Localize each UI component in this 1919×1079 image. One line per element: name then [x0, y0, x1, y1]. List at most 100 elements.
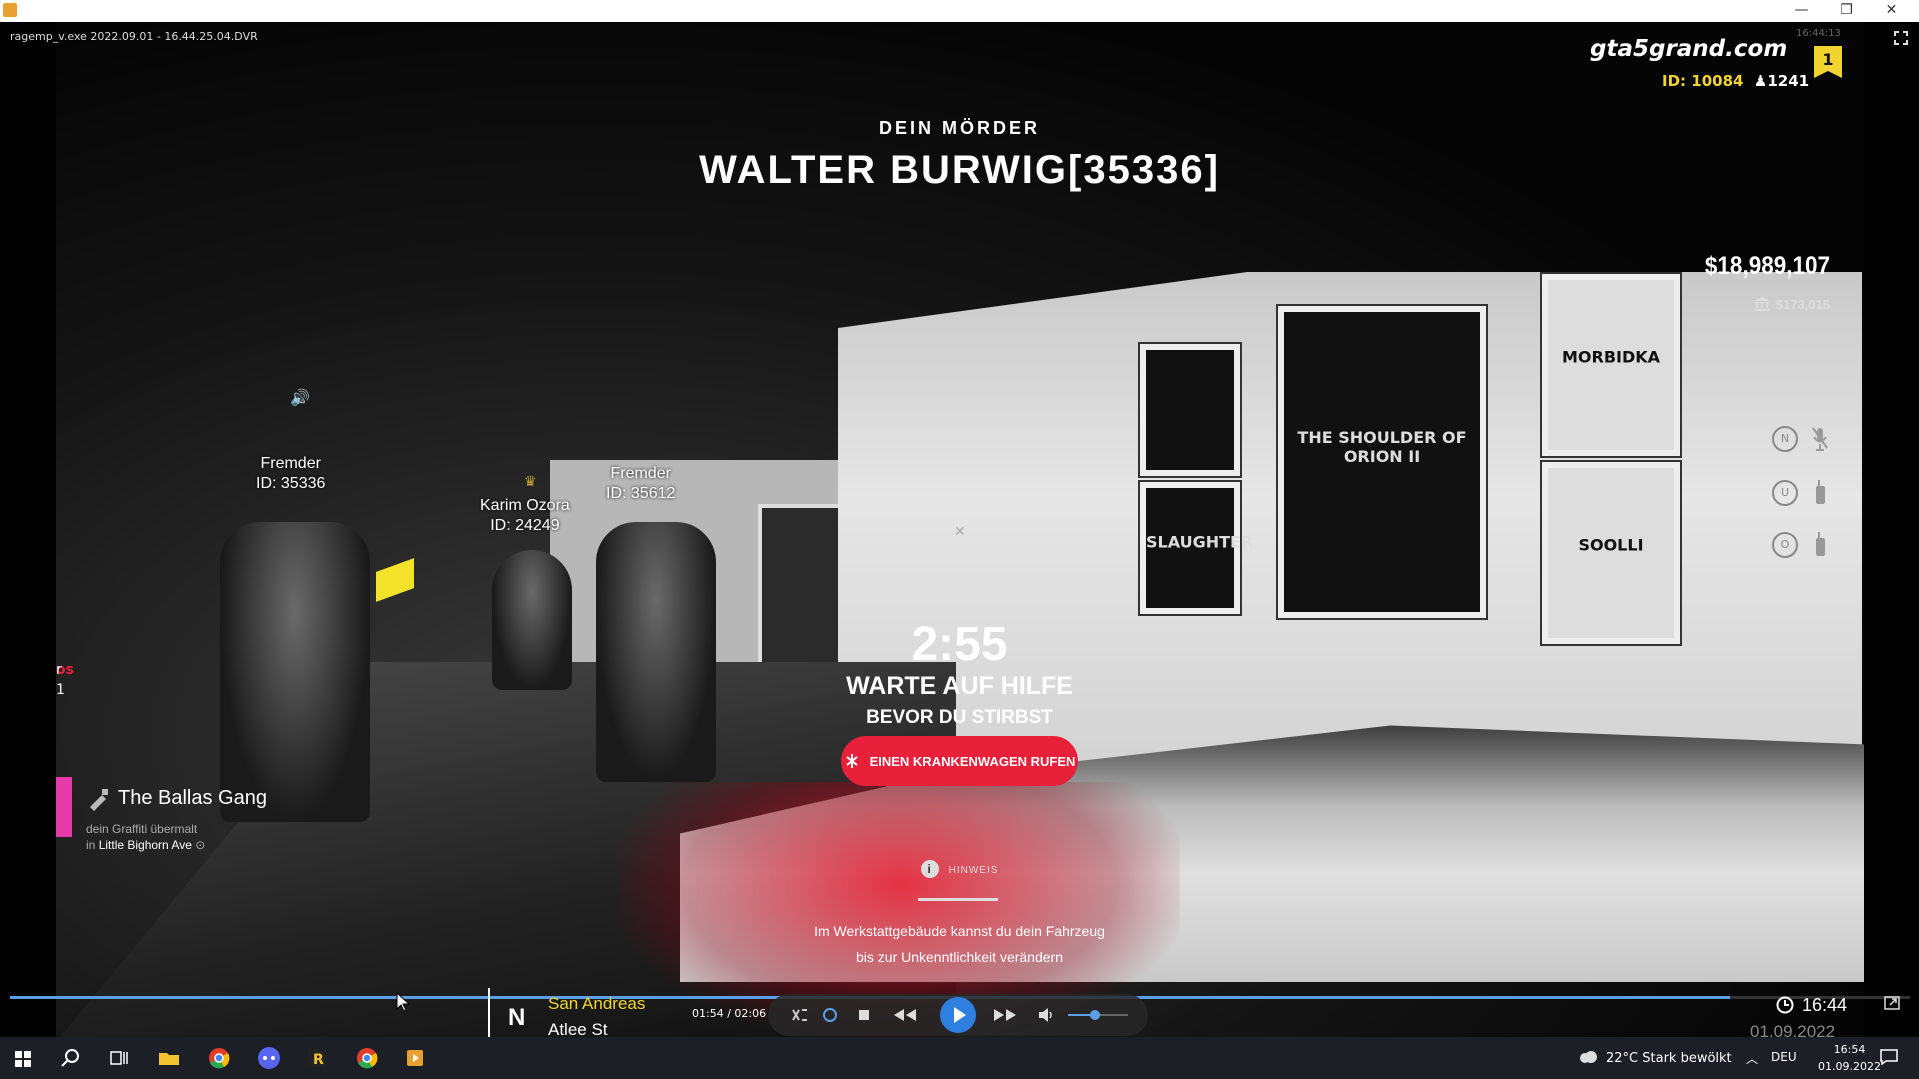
compass-line — [488, 988, 490, 1037]
fast-forward-icon[interactable] — [992, 1005, 1018, 1025]
ambulance-button-label: EINEN KRANKENWAGEN RUFEN — [869, 753, 1076, 769]
gang-color-bar — [56, 777, 72, 837]
poster-small-top — [1140, 344, 1240, 476]
player-controls — [768, 994, 1148, 1036]
taskbar-clock[interactable]: 16:54 01.09.2022 — [1818, 1041, 1881, 1075]
mic-muted-icon — [1812, 427, 1828, 451]
left-hud-line-1: r — [56, 662, 62, 678]
poster-title: SLAUGHTER — [1146, 532, 1254, 552]
radio-icon — [1816, 532, 1825, 556]
window-titlebar: — ❐ ✕ — [0, 0, 1919, 22]
gang-message: dein Graffiti übermalt in Little Bighorn… — [86, 821, 205, 853]
info-icon: i — [920, 860, 939, 878]
server-logo: gta5grand.com — [1590, 36, 1788, 62]
taskbar-date: 01.09.2022 — [1818, 1060, 1881, 1073]
hint-text: Im Werkstattgebäude kannst du dein Fahrz… — [0, 918, 1919, 970]
wait-heading: WARTE AUF HILFE — [846, 672, 1073, 700]
fullscreen-icon[interactable] — [1893, 30, 1909, 46]
windows-start-icon[interactable] — [8, 1043, 38, 1073]
volume-icon[interactable] — [1036, 1005, 1056, 1025]
player-tag-3: Fremder ID: 35612 — [606, 464, 675, 504]
weather-text: 22°C Stark bewölkt — [1606, 1051, 1732, 1066]
gang-name: The Ballas Gang — [118, 787, 267, 809]
minimize-button[interactable]: — — [1779, 0, 1824, 22]
tray-overflow-icon[interactable]: ︿ — [1746, 1050, 1758, 1067]
chrome-icon[interactable] — [204, 1043, 234, 1073]
mouse-cursor-icon — [396, 992, 410, 1012]
volume-knob[interactable] — [1090, 1010, 1100, 1020]
hint-progress-bar — [918, 898, 998, 901]
call-ambulance-button[interactable]: EINEN KRANKENWAGEN RUFEN — [841, 736, 1078, 786]
game-date: 01.09.2022 — [1750, 1022, 1836, 1037]
player-id: ID: 10084 ♟1241 — [1662, 72, 1809, 90]
medic-icon — [845, 754, 858, 768]
close-button[interactable]: ✕ — [1869, 0, 1914, 22]
bank-balance: $173,015 — [1753, 297, 1830, 312]
repeat-icon[interactable] — [820, 1005, 840, 1025]
player-id: ID: 35612 — [606, 485, 676, 502]
cloud-icon — [1580, 1051, 1597, 1063]
voice-key: N — [1772, 426, 1798, 452]
id-label: ID: 10084 — [1662, 72, 1744, 90]
chrome-alt-icon[interactable] — [352, 1043, 382, 1073]
player-id: ID: 35336 — [256, 475, 326, 492]
voice-key: U — [1772, 480, 1798, 506]
volume-slider[interactable] — [1068, 1010, 1128, 1020]
player-name: Fremder — [260, 455, 321, 472]
death-timer: 2:55 — [911, 618, 1008, 671]
language-indicator[interactable]: DEU — [1771, 1050, 1797, 1064]
play-button[interactable] — [940, 997, 976, 1033]
notification-icon[interactable] — [1880, 1049, 1898, 1065]
player-tag-2: Karim Ozora ID: 24249 — [480, 496, 570, 536]
crown-icon: ♛ — [524, 474, 537, 490]
player-name: Karim Ozora — [480, 497, 570, 514]
weather-widget[interactable]: 22°C Stark bewölkt — [1578, 1050, 1732, 1066]
poster-title: THE SHOULDER OF ORION II — [1297, 428, 1467, 466]
gang-location: Little Bighorn Ave — [98, 838, 192, 852]
spray-can-icon — [90, 789, 108, 811]
speaker-icon: 🔊 — [290, 388, 310, 407]
poster-orion: THE SHOULDER OF ORION II — [1278, 306, 1486, 618]
voice-mic-muted: N — [1772, 426, 1832, 456]
svg-text:R: R — [313, 1052, 324, 1068]
zone-name: San Andreas — [548, 994, 646, 1013]
popout-icon[interactable] — [1884, 996, 1900, 1010]
search-icon[interactable] — [56, 1043, 86, 1073]
person-icon: ♟ — [1753, 72, 1768, 90]
shuffle-icon[interactable] — [790, 1005, 810, 1025]
task-view-icon[interactable] — [104, 1043, 134, 1073]
rewind-icon[interactable] — [892, 1005, 918, 1025]
video-area[interactable]: SLAUGHTER THE SHOULDER OF ORION II MORBI… — [0, 22, 1919, 1037]
rockstar-icon[interactable]: R — [302, 1043, 332, 1073]
play-icon — [954, 1007, 966, 1023]
left-hud-line-2: 1 — [56, 682, 65, 698]
faint-clock: 16:44:13 — [1796, 28, 1841, 39]
poster-title: MORBIDKA — [1561, 347, 1661, 366]
media-player-icon[interactable] — [400, 1043, 430, 1073]
taskbar: R 22°C Stark bewölkt ︿ DEU 16:54 01.09.2… — [0, 1037, 1919, 1079]
compass-direction: N — [508, 1004, 526, 1031]
discord-icon[interactable] — [254, 1043, 284, 1073]
voice-key: O — [1772, 532, 1798, 558]
killer-name: WALTER BURWIG[35336] — [699, 148, 1220, 192]
stop-icon[interactable] — [854, 1005, 874, 1025]
cash-amount: $18,989,107 — [1704, 252, 1830, 280]
poster-slaughter: SLAUGHTER — [1140, 482, 1254, 614]
game-time-value: 16:44 — [1802, 995, 1848, 1015]
restore-button[interactable]: ❐ — [1824, 0, 1869, 22]
voice-radio-2: O — [1772, 532, 1832, 562]
poster-title: SOOLLI — [1578, 535, 1644, 554]
file-explorer-icon[interactable] — [154, 1043, 184, 1073]
player-name: Fremder — [610, 465, 671, 482]
gang-message-line-1: dein Graffiti übermalt — [86, 822, 198, 836]
gang-notification: The Ballas Gang dein Graffiti übermalt i… — [56, 757, 386, 862]
poster-morbidka: MORBIDKA — [1542, 274, 1680, 456]
hint-line-2: bis zur Unkenntlichkeit verändern — [856, 949, 1063, 965]
taskbar-time: 16:54 — [1833, 1043, 1866, 1056]
bank-icon — [1753, 297, 1770, 311]
radio-icon — [1816, 480, 1825, 504]
game-time: 16:44 — [1776, 995, 1847, 1016]
wait-subheading: BEVOR DU STIRBST — [866, 707, 1053, 728]
hint-line-1: Im Werkstattgebäude kannst du dein Fahrz… — [814, 923, 1105, 939]
street-name: Atlee St — [548, 1020, 608, 1037]
